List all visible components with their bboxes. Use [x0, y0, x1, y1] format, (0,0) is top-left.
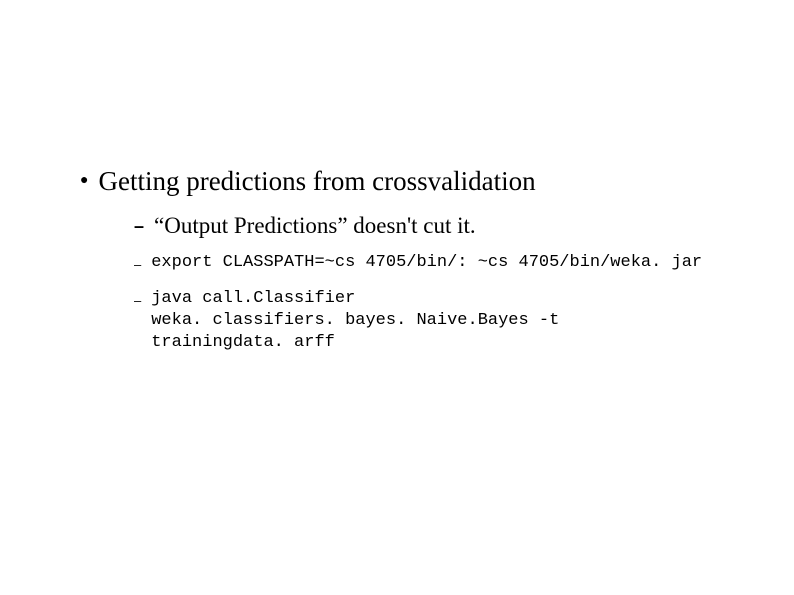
dash-bullet-icon: –	[134, 252, 141, 276]
sub-bullet-item: – “Output Predictions” doesn't cut it.	[134, 212, 744, 240]
sub-bullet-item: – java call.Classifier weka. classifiers…	[134, 288, 744, 354]
sub-bullet-item: – export CLASSPATH=~cs 4705/bin/: ~cs 47…	[134, 252, 744, 276]
sub-bullet-list: – “Output Predictions” doesn't cut it. –…	[134, 212, 744, 354]
disc-bullet-icon: ●	[80, 164, 88, 198]
bullet-text: Getting predictions from crossvalidation	[98, 164, 535, 198]
slide: ● Getting predictions from crossvalidati…	[0, 0, 794, 595]
dash-bullet-icon: –	[134, 212, 144, 240]
bullet-item: ● Getting predictions from crossvalidati…	[80, 164, 744, 198]
sub-bullet-text: “Output Predictions” doesn't cut it.	[154, 212, 476, 240]
sub-bullet-code: export CLASSPATH=~cs 4705/bin/: ~cs 4705…	[151, 252, 702, 274]
sub-bullet-code: java call.Classifier weka. classifiers. …	[151, 288, 559, 354]
dash-bullet-icon: –	[134, 288, 141, 312]
